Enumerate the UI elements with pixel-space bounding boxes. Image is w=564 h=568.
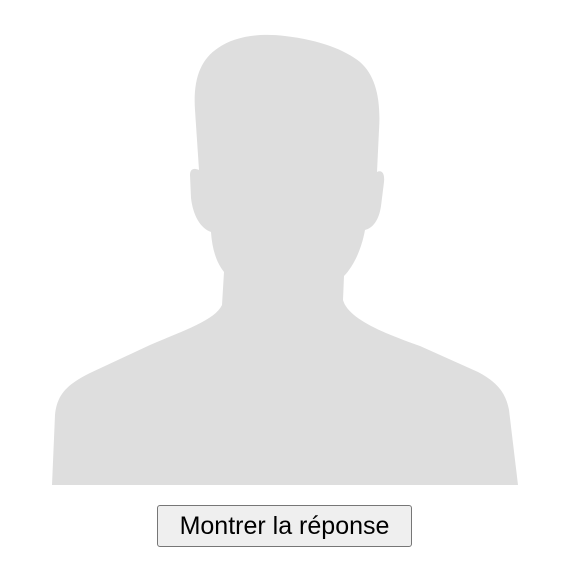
person-silhouette-icon bbox=[52, 34, 518, 485]
avatar bbox=[0, 0, 564, 490]
page: Montrer la réponse bbox=[0, 0, 564, 568]
show-answer-button[interactable]: Montrer la réponse bbox=[157, 505, 412, 547]
